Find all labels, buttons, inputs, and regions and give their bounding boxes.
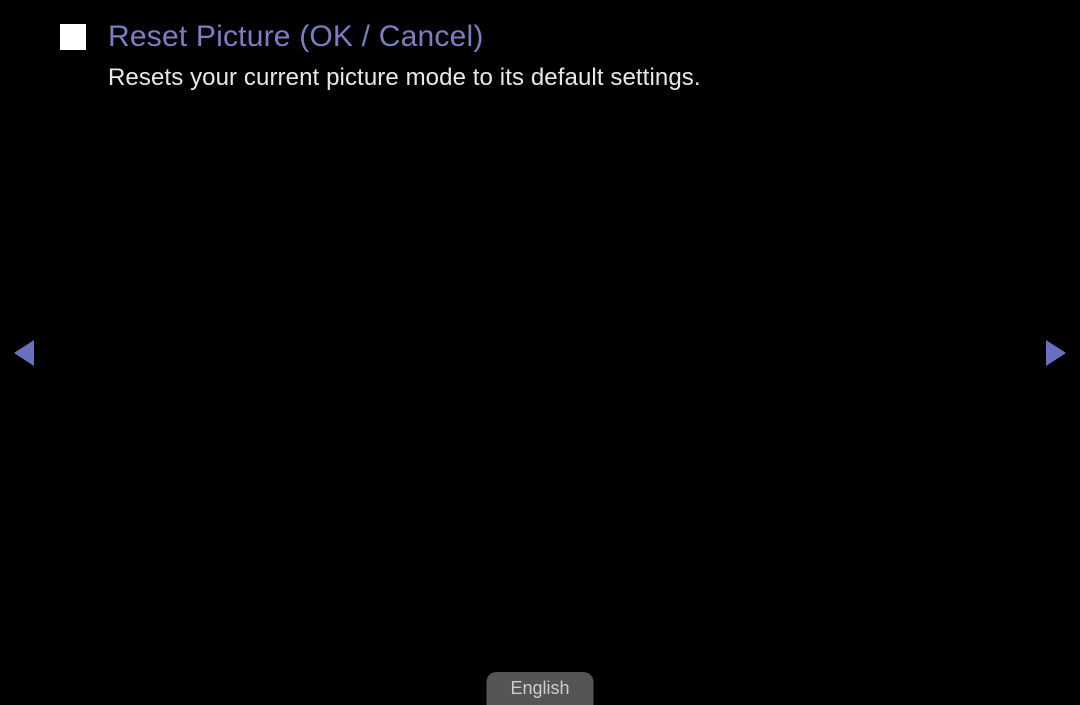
triangle-left-icon (14, 340, 34, 366)
square-bullet-icon (60, 24, 86, 50)
header-row: Reset Picture (OK / Cancel) (0, 0, 1080, 54)
nav-prev-button[interactable] (14, 340, 34, 366)
language-badge[interactable]: English (486, 672, 593, 705)
page-title: Reset Picture (OK / Cancel) (108, 20, 484, 54)
nav-next-button[interactable] (1046, 340, 1066, 366)
triangle-right-icon (1046, 340, 1066, 366)
page-description: Resets your current picture mode to its … (108, 64, 1080, 92)
